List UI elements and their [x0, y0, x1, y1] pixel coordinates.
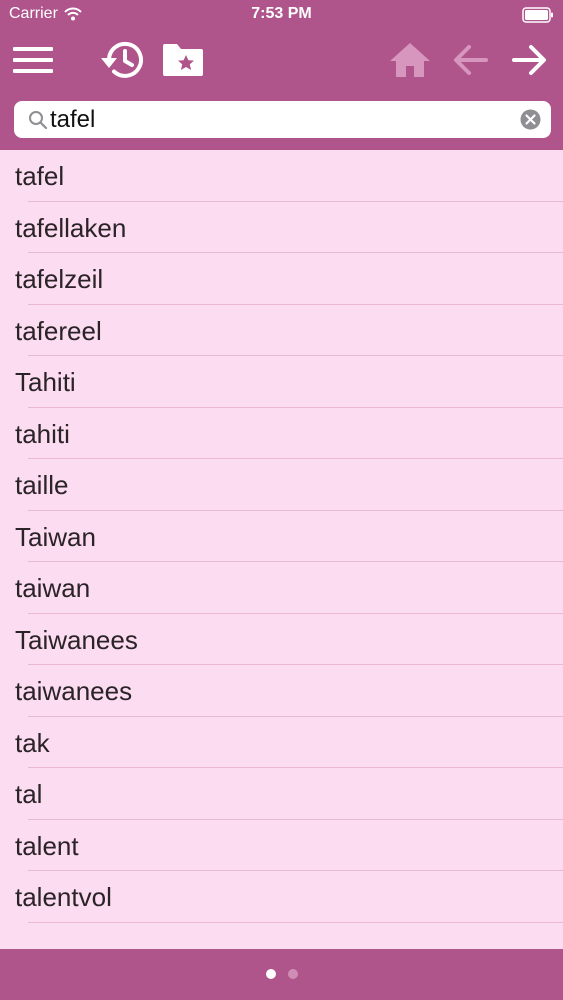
search-icon: [29, 111, 48, 130]
list-item[interactable]: taiwan: [0, 562, 563, 614]
list-item-label: tal: [15, 779, 43, 809]
list-item-label: talentvol: [15, 882, 112, 912]
list-item[interactable]: taille: [0, 459, 563, 511]
list-item[interactable]: tak: [0, 717, 563, 769]
list-item-label: Taiwanees: [15, 624, 138, 655]
menu-button[interactable]: [8, 35, 58, 85]
list-item-label: tafereel: [15, 315, 102, 346]
list-item[interactable]: tafereel: [0, 305, 563, 357]
history-clock-icon: [101, 41, 143, 78]
page-indicator[interactable]: [0, 969, 563, 979]
list-item[interactable]: Tahiti: [0, 356, 563, 408]
status-bar: Carrier 7:53 PM: [0, 0, 563, 30]
forward-button[interactable]: [505, 35, 555, 85]
list-item[interactable]: tafel: [0, 150, 563, 202]
home-button[interactable]: [385, 35, 435, 85]
page-dot[interactable]: [287, 969, 298, 979]
back-button[interactable]: [445, 35, 495, 85]
list-item-label: taiwan: [15, 573, 91, 603]
list-item-label: tafellaken: [15, 212, 127, 243]
footer-bar: [0, 949, 563, 1000]
clear-icon[interactable]: [520, 109, 541, 130]
page-dot-active[interactable]: [265, 969, 276, 979]
results-list: tafel tafellaken tafelzeil tafereel Tahi…: [0, 150, 563, 949]
list-item-label: taiwanees: [15, 676, 133, 706]
header-bar: Carrier 7:53 PM: [0, 0, 563, 150]
list-item-label: tak: [15, 727, 50, 758]
home-icon: [390, 43, 430, 77]
list-item[interactable]: tafelzeil: [0, 253, 563, 305]
list-item-label: taille: [15, 470, 69, 500]
list-item-label: Tahiti: [15, 367, 76, 397]
list-item-label: Taiwan: [15, 521, 96, 552]
arrow-left-icon: [454, 45, 488, 75]
list-item-label: tahiti: [15, 418, 70, 449]
list-item[interactable]: tafellaken: [0, 202, 563, 254]
history-button[interactable]: [97, 35, 147, 85]
list-item-label: talent: [15, 830, 79, 861]
list-item[interactable]: talentvol: [0, 871, 563, 923]
favorites-button[interactable]: [158, 35, 208, 85]
search-input[interactable]: [50, 101, 520, 138]
list-item[interactable]: tahiti: [0, 408, 563, 460]
arrow-right-icon: [512, 45, 546, 75]
status-time: 7:53 PM: [251, 5, 312, 22]
battery-icon: [522, 7, 553, 23]
list-item[interactable]: talent: [0, 820, 563, 872]
list-item[interactable]: taiwanees: [0, 665, 563, 717]
folder-star-icon: [163, 44, 203, 76]
list-item[interactable]: Taiwanees: [0, 614, 563, 666]
list-item-label: tafelzeil: [15, 264, 104, 294]
list-item[interactable]: tal: [0, 768, 563, 820]
toolbar: [0, 35, 563, 85]
search-bar: [14, 101, 551, 138]
hamburger-icon: [13, 47, 53, 73]
list-item[interactable]: Taiwan: [0, 511, 563, 563]
list-item-label: tafel: [15, 161, 65, 191]
